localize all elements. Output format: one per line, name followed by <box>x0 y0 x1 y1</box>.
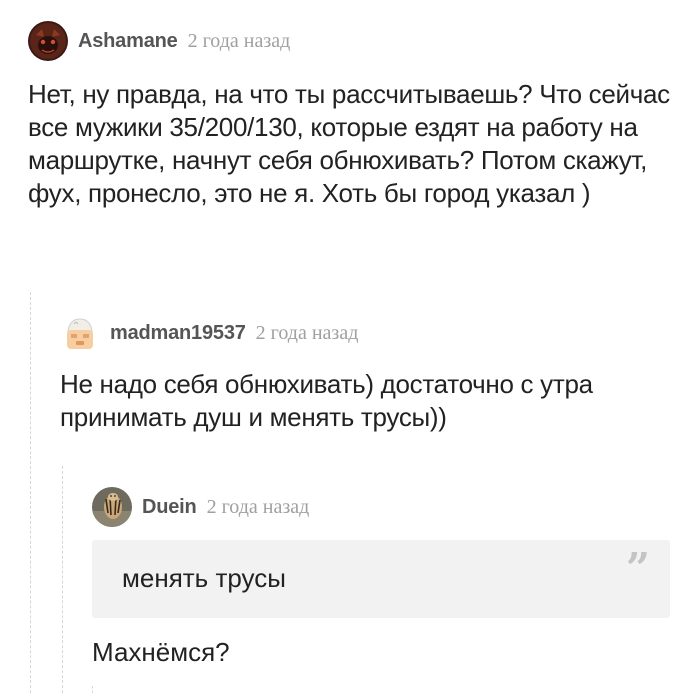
avatar[interactable] <box>92 487 132 527</box>
cartoon-face-avatar-icon <box>60 313 100 353</box>
comment: madman19537 2 года назад Не надо себя об… <box>60 312 690 434</box>
author-name[interactable]: Ashamane <box>78 30 178 53</box>
comment: Duein 2 года назад менять трусы ” Махнём… <box>92 486 682 669</box>
quote-marks-icon: ” <box>625 544 650 593</box>
thread-line <box>92 686 94 693</box>
comment-time: 2 года назад <box>187 29 291 52</box>
comment-header: madman19537 2 года назад <box>60 312 690 354</box>
avatar[interactable] <box>28 21 68 61</box>
comment: Ashamane 2 года назад Нет, ну правда, на… <box>28 20 688 210</box>
author-name[interactable]: madman19537 <box>110 322 246 345</box>
avatar[interactable] <box>60 313 100 353</box>
comment-text: Нет, ну правда, на что ты рассчитываешь?… <box>28 79 670 208</box>
quote-block: менять трусы ” <box>92 540 670 618</box>
thread-line <box>30 292 32 693</box>
tiger-avatar-icon <box>92 487 132 527</box>
author-name[interactable]: Duein <box>142 496 197 519</box>
comment-text: Махнёмся? <box>92 637 230 667</box>
comment-time: 2 года назад <box>206 495 310 518</box>
quote-text: менять трусы <box>122 563 286 593</box>
comment-header: Ashamane 2 года назад <box>28 20 688 62</box>
comment-time: 2 года назад <box>255 321 359 344</box>
comment-header: Duein 2 года назад <box>92 486 682 528</box>
thread-line <box>62 466 64 693</box>
dark-creature-avatar-icon <box>28 21 68 61</box>
comment-text: Не надо себя обнюхивать) достаточно с ут… <box>60 369 593 432</box>
